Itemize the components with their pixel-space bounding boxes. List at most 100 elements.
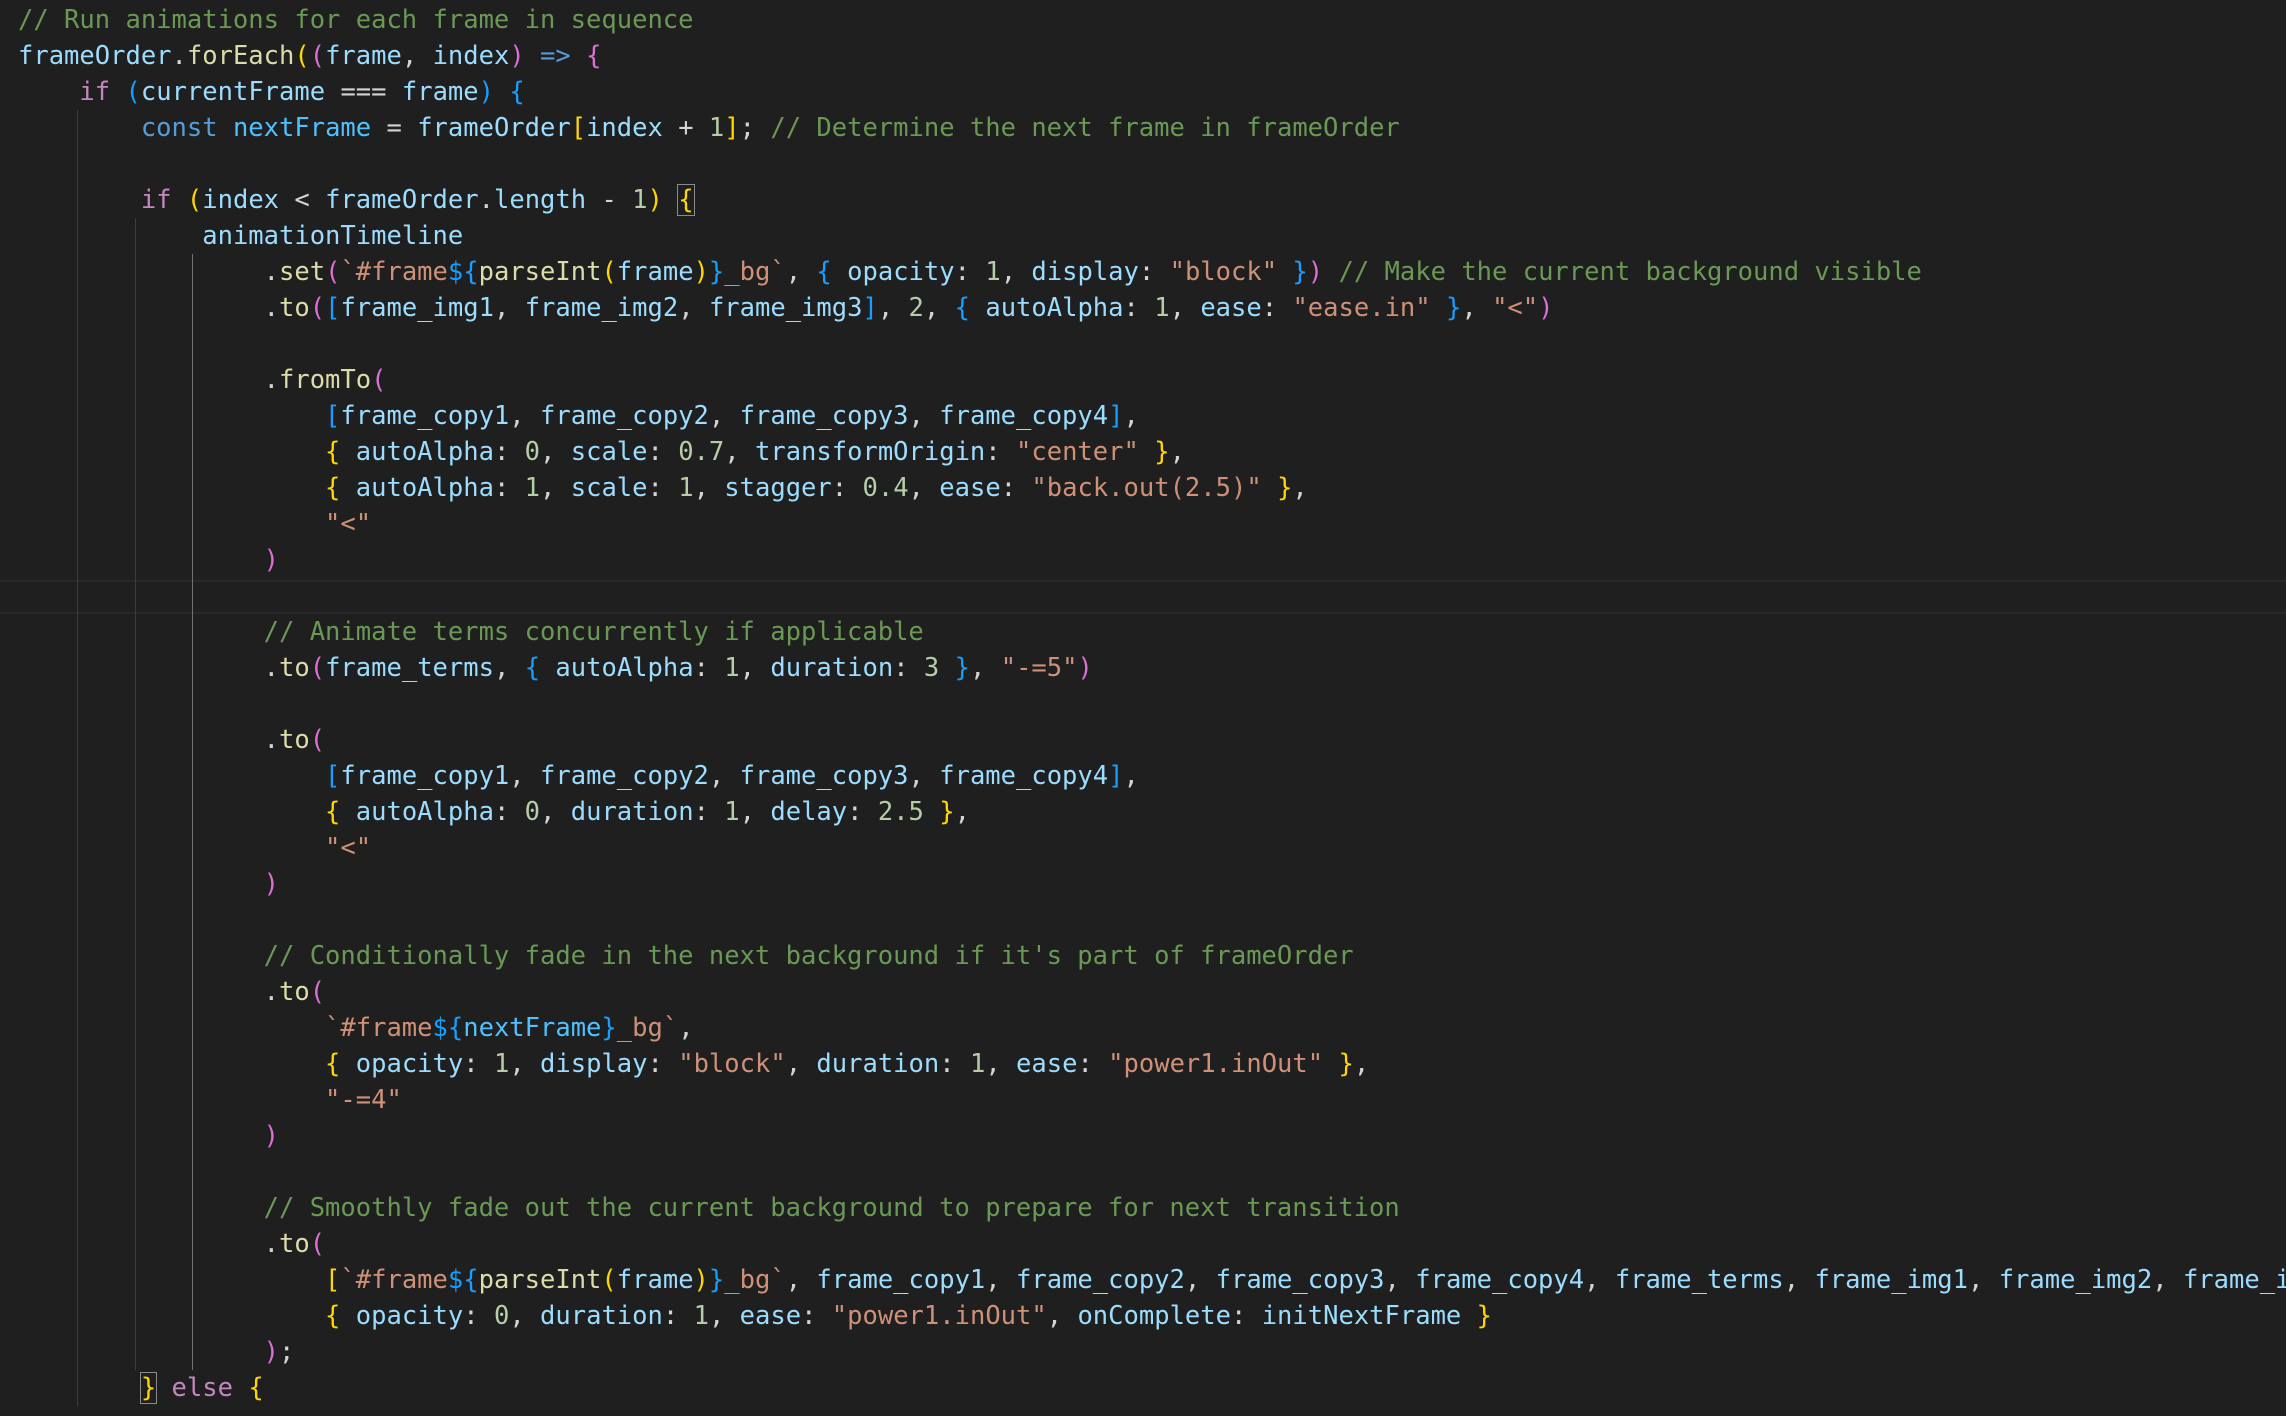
code-token: , (493, 293, 525, 323)
code-line[interactable]: // Smoothly fade out the current backgro… (0, 1190, 2286, 1226)
code-line[interactable]: ) (0, 866, 2286, 902)
code-line[interactable]: .to( (0, 1226, 2286, 1262)
code-token: { (509, 77, 525, 107)
code-token: ; (739, 113, 771, 143)
line-text: { autoAlpha: 0, scale: 0.7, transformOri… (18, 434, 1185, 470)
code-token: 1 (724, 797, 740, 827)
code-line[interactable]: frameOrder.forEach((frame, index) => { (0, 38, 2286, 74)
code-line[interactable]: { opacity: 0, duration: 1, ease: "power1… (0, 1298, 2286, 1334)
code-line[interactable] (0, 326, 2286, 362)
code-line[interactable]: .to( (0, 974, 2286, 1010)
code-line[interactable]: [frame_copy1, frame_copy2, frame_copy3, … (0, 758, 2286, 794)
code-token: frame_copy2 (540, 761, 709, 791)
code-token: frame_copy1 (340, 401, 510, 431)
code-line[interactable]: ) (0, 1118, 2286, 1154)
code-line[interactable]: "<" (0, 830, 2286, 866)
code-line[interactable]: ); (0, 1334, 2286, 1370)
code-token: . (263, 1229, 279, 1259)
code-line[interactable]: const nextFrame = frameOrder[index + 1];… (0, 110, 2286, 146)
code-line[interactable]: .fromTo( (0, 362, 2286, 398)
code-line[interactable] (0, 902, 2286, 938)
code-line[interactable]: ) (0, 542, 2286, 578)
line-text: frameOrder.forEach((frame, index) => { (18, 38, 601, 74)
code-token: ( (309, 653, 326, 683)
code-token: , (678, 1013, 694, 1043)
code-token: , (739, 653, 771, 683)
code-line[interactable]: { opacity: 1, display: "block", duration… (0, 1046, 2286, 1082)
line-text: // Animate terms concurrently if applica… (18, 614, 924, 650)
line-text: "-=4" (18, 1082, 402, 1118)
code-line[interactable]: if (currentFrame === frame) { (0, 74, 2286, 110)
code-token: duration (770, 653, 894, 683)
code-editor[interactable]: // Run animations for each frame in sequ… (0, 0, 2286, 1416)
indent-guide (77, 578, 78, 614)
code-token: ; (279, 1337, 295, 1367)
code-line[interactable]: .to(frame_terms, { autoAlpha: 1, duratio… (0, 650, 2286, 686)
code-token: ] (862, 293, 878, 323)
code-token: , (1783, 1265, 1815, 1295)
code-line[interactable]: // Run animations for each frame in sequ… (0, 2, 2286, 38)
code-line[interactable] (0, 686, 2286, 722)
code-line[interactable] (0, 146, 2286, 182)
code-line[interactable]: // Animate terms concurrently if applica… (0, 614, 2286, 650)
code-line[interactable]: "-=4" (0, 1082, 2286, 1118)
code-token: 1 (632, 185, 648, 215)
code-token: "block" (678, 1049, 786, 1079)
code-line[interactable] (0, 578, 2286, 614)
code-token: "block" (1169, 257, 1278, 287)
code-token: frame_copy1 (816, 1265, 986, 1295)
code-line[interactable]: { autoAlpha: 1, scale: 1, stagger: 0.4, … (0, 470, 2286, 506)
code-token: index (586, 113, 663, 143)
code-token: { (325, 1049, 341, 1079)
code-line[interactable]: `#frame${nextFrame}_bg`, (0, 1010, 2286, 1046)
code-line[interactable]: .to([frame_img1, frame_img2, frame_img3]… (0, 290, 2286, 326)
code-token: to (279, 725, 310, 755)
code-line[interactable]: } else { (0, 1370, 2286, 1406)
code-token: `#frame (340, 1265, 448, 1295)
code-line[interactable]: { autoAlpha: 0, duration: 1, delay: 2.5 … (0, 794, 2286, 830)
code-token: , (785, 257, 817, 287)
code-token: ] (1108, 761, 1124, 791)
code-token: . (263, 725, 279, 755)
code-line[interactable] (0, 1154, 2286, 1190)
code-token: 0.4 (862, 473, 909, 503)
code-token: 1 (678, 473, 694, 503)
code-token: 1 (708, 113, 725, 143)
code-line[interactable]: [`#frame${parseInt(frame)}_bg`, frame_co… (0, 1262, 2286, 1298)
code-token: ) (1307, 257, 1324, 287)
code-line[interactable]: "<" (0, 506, 2286, 542)
code-token: ${ (447, 257, 479, 287)
code-token: : (985, 437, 1017, 467)
code-token: 0 (493, 1301, 510, 1331)
code-token: "-=4" (325, 1085, 402, 1115)
code-token: { (816, 257, 832, 287)
code-token: frame (325, 41, 402, 71)
code-token: 3 (923, 653, 940, 683)
code-token: === (325, 77, 402, 107)
code-token: 2.5 (877, 797, 924, 827)
code-line[interactable]: // Conditionally fade in the next backgr… (0, 938, 2286, 974)
code-line[interactable]: [frame_copy1, frame_copy2, frame_copy3, … (0, 398, 2286, 434)
code-token: display (1031, 257, 1139, 287)
code-line[interactable]: if (index < frameOrder.length - 1) { (0, 182, 2286, 218)
code-line[interactable]: animationTimeline (0, 218, 2286, 254)
code-token: autoAlpha (355, 797, 494, 827)
code-line[interactable]: { autoAlpha: 0, scale: 0.7, transformOri… (0, 434, 2286, 470)
code-line[interactable]: .to( (0, 722, 2286, 758)
code-line[interactable]: .set(`#frame${parseInt(frame)}_bg`, { op… (0, 254, 2286, 290)
line-text: // Run animations for each frame in sequ… (18, 2, 694, 38)
code-token: , (693, 473, 725, 503)
code-token: , (785, 1265, 817, 1295)
code-token: delay (770, 797, 848, 827)
code-token: - (586, 185, 633, 215)
code-token: duration (570, 797, 694, 827)
code-token: } (939, 797, 955, 827)
